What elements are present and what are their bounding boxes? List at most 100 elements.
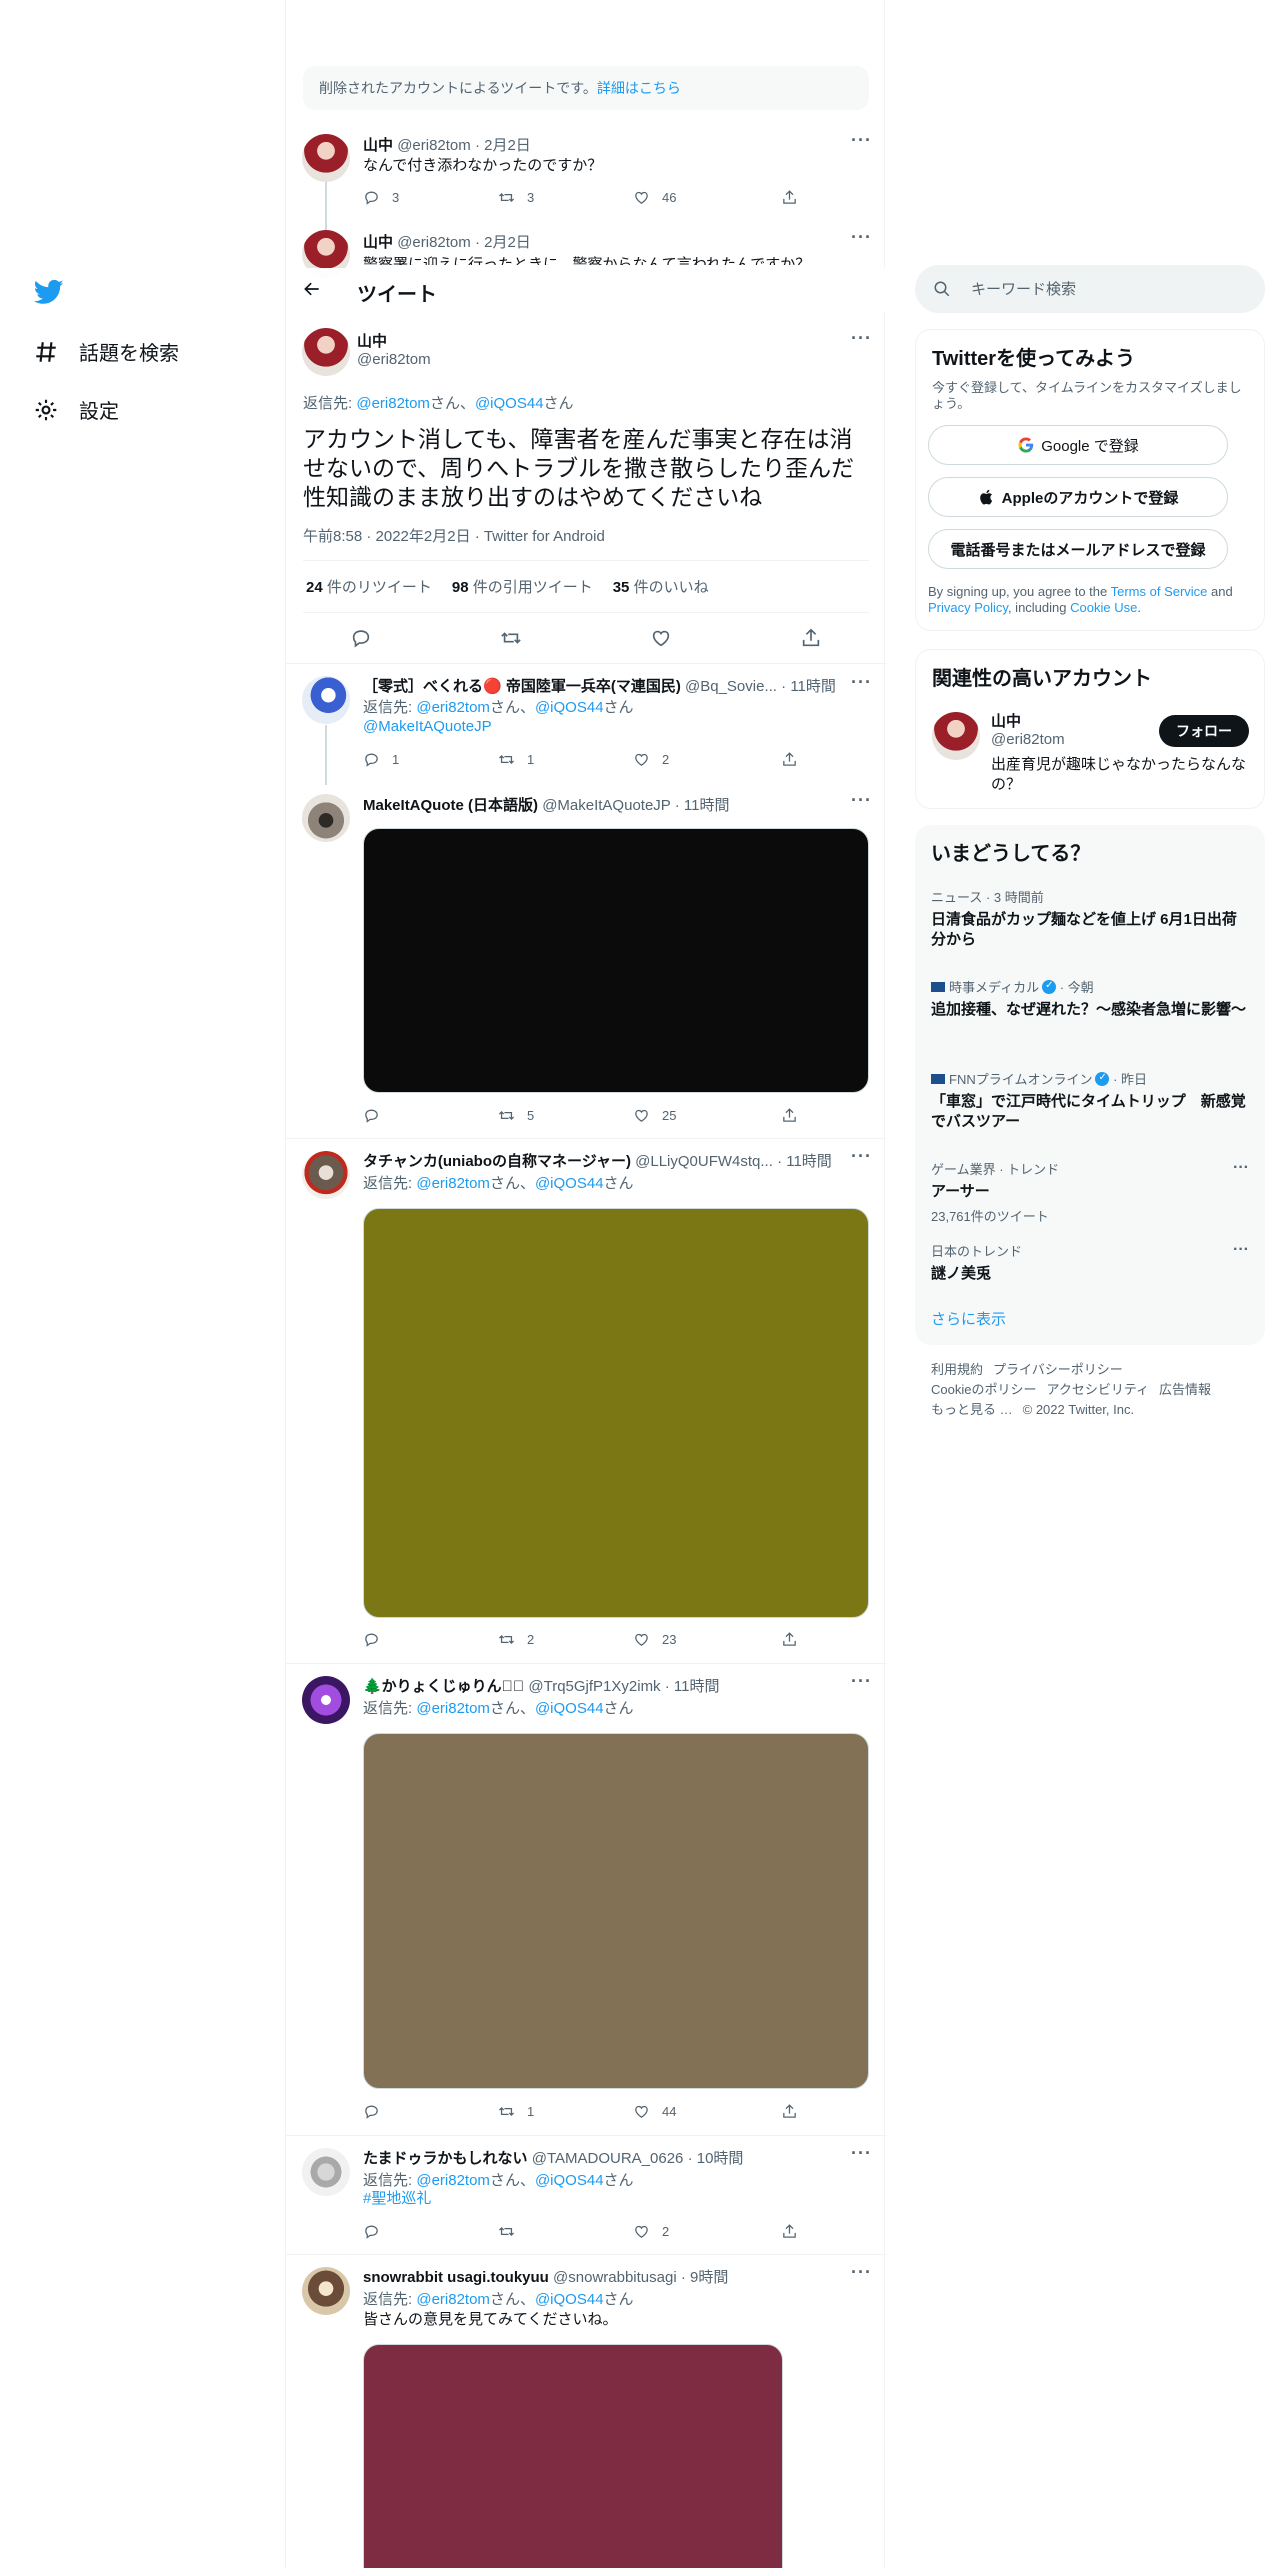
share-button[interactable] <box>781 1107 810 1124</box>
tweet-time[interactable]: 11時間 <box>790 678 836 695</box>
retweets-stat[interactable]: 24 件のリツイート <box>306 576 432 597</box>
avatar[interactable] <box>302 676 350 724</box>
back-arrow-icon[interactable] <box>302 279 322 299</box>
avatar[interactable] <box>302 794 350 842</box>
more-options-icon[interactable]: ··· <box>851 1146 872 1167</box>
nav-settings[interactable]: 設定 <box>33 395 119 424</box>
likes-stat[interactable]: 35 件のいいね <box>613 576 709 597</box>
reply-button[interactable] <box>363 1631 498 1648</box>
like-button[interactable]: 2 <box>633 751 781 768</box>
twitter-bird-icon[interactable] <box>33 277 65 307</box>
more-options-icon[interactable]: ··· <box>851 672 872 693</box>
terms-link[interactable]: Terms of Service <box>1111 584 1208 599</box>
share-button[interactable] <box>781 1631 810 1648</box>
retweet-icon[interactable] <box>500 627 522 649</box>
more-options-icon[interactable]: ··· <box>851 227 872 248</box>
reply-mention[interactable]: @iQOS44 <box>535 2291 604 2308</box>
user-handle[interactable]: @LLiyQ0UFW4stq... <box>635 1153 773 1170</box>
user-handle[interactable]: @Trq5GjfP1Xy2imk <box>528 1678 660 1695</box>
retweet-button[interactable]: 5 <box>498 1107 633 1124</box>
user-name[interactable]: 山中 <box>363 234 393 251</box>
like-button[interactable]: 25 <box>633 1107 781 1124</box>
user-handle[interactable]: @eri82tom <box>397 234 471 251</box>
more-options-icon[interactable]: ··· <box>1233 1241 1249 1259</box>
footer-link-more[interactable]: もっと見る … <box>931 1402 1013 1417</box>
more-options-icon[interactable]: ··· <box>851 328 872 349</box>
apple-signup-button[interactable]: Appleのアカウントで登録 <box>928 477 1228 517</box>
tweet-time[interactable]: 11時間 <box>684 797 730 814</box>
more-options-icon[interactable]: ··· <box>851 790 872 811</box>
google-signup-button[interactable]: Google で登録 <box>928 425 1228 465</box>
share-button[interactable] <box>781 189 810 206</box>
reply-mention[interactable]: @eri82tom <box>416 699 490 716</box>
tweet-time[interactable]: 11時間 <box>786 1153 832 1170</box>
search-input[interactable] <box>971 277 1241 301</box>
learn-more-link[interactable]: 詳細はこちら <box>597 80 681 96</box>
reply-mention[interactable]: @eri82tom <box>356 395 430 412</box>
tweet-text[interactable]: @MakeItAQuoteJP <box>363 717 492 737</box>
nav-explore[interactable]: 話題を検索 <box>33 337 179 366</box>
privacy-link[interactable]: Privacy Policy <box>928 600 1008 615</box>
quotes-stat[interactable]: 98 件の引用ツイート <box>452 576 593 597</box>
tweet-date[interactable]: 2月2日 <box>484 137 531 154</box>
trend-item[interactable]: ニュース · 3 時間前 日清食品がカップ麺などを値上げ 6月1日出荷分から <box>931 887 1249 950</box>
heart-icon[interactable] <box>650 627 672 649</box>
avatar[interactable] <box>302 1676 350 1724</box>
share-icon[interactable] <box>800 627 822 649</box>
reply-mention[interactable]: @iQOS44 <box>535 2172 604 2189</box>
more-options-icon[interactable]: ··· <box>851 130 872 151</box>
user-name[interactable]: 山中 <box>363 137 393 154</box>
like-button[interactable]: 2 <box>633 2223 781 2240</box>
follow-button[interactable]: フォロー <box>1159 715 1249 747</box>
trend-item[interactable]: FNNプライムオンライン · 昨日 「車窓」で江戸時代にタイムトリップ 新感覚で… <box>931 1069 1249 1132</box>
main-tweet-user-handle[interactable]: @eri82tom <box>357 351 431 368</box>
reply-mention[interactable]: @eri82tom <box>416 2291 490 2308</box>
reply-mention[interactable]: @iQOS44 <box>535 1175 604 1192</box>
like-button[interactable]: 46 <box>633 189 781 206</box>
user-name[interactable]: タチャンカ(uniaboの自称マネージャー) <box>363 1153 631 1170</box>
retweet-button[interactable]: 2 <box>498 1631 633 1648</box>
tweet-time[interactable]: 11時間 <box>674 1678 720 1695</box>
tweet-media[interactable] <box>363 1208 869 1618</box>
avatar[interactable] <box>302 2267 350 2315</box>
reply-mention[interactable]: @eri82tom <box>416 1175 490 1192</box>
tweet-time[interactable]: 10時間 <box>697 2150 744 2167</box>
avatar[interactable] <box>302 2148 350 2196</box>
reply-button[interactable] <box>363 1107 498 1124</box>
like-button[interactable]: 23 <box>633 1631 781 1648</box>
trend-item[interactable]: 時事メディカル · 今朝 追加接種、なぜ遅れた？～感染者急増に影響～ <box>931 977 1249 1020</box>
user-name[interactable]: ［零式］べくれる🔴 帝国陸軍一兵卒(マ連国民) <box>363 678 681 695</box>
user-name[interactable]: たまドゥラかもしれない <box>363 2150 528 2167</box>
tweet-media[interactable] <box>363 2344 783 2568</box>
share-button[interactable] <box>781 751 810 768</box>
cookie-link[interactable]: Cookie Use <box>1070 600 1137 615</box>
more-options-icon[interactable]: ··· <box>851 2143 872 2164</box>
reply-icon[interactable] <box>350 627 372 649</box>
phone-email-signup-button[interactable]: 電話番号またはメールアドレスで登録 <box>928 529 1228 569</box>
footer-link-privacy[interactable]: プライバシーポリシー <box>993 1362 1123 1377</box>
reply-button[interactable]: 1 <box>363 751 498 768</box>
more-options-icon[interactable]: ··· <box>851 2262 872 2283</box>
main-tweet-timestamp[interactable]: 午前8:58 · 2022年2月2日 · Twitter for Android <box>303 525 605 546</box>
user-name[interactable]: snowrabbit usagi.toukyuu <box>363 2269 549 2286</box>
more-options-icon[interactable]: ··· <box>851 1671 872 1692</box>
reply-mention[interactable]: @iQOS44 <box>535 699 604 716</box>
footer-link-cookie[interactable]: Cookieのポリシー <box>931 1382 1036 1397</box>
user-name[interactable]: MakeItAQuote (日本語版) <box>363 797 538 814</box>
search-box[interactable] <box>915 265 1265 313</box>
avatar[interactable] <box>932 712 980 760</box>
related-user-handle[interactable]: @eri82tom <box>991 731 1065 748</box>
user-handle[interactable]: @TAMADOURA_0626 <box>532 2150 684 2167</box>
user-handle[interactable]: @snowrabbitusagi <box>553 2269 677 2286</box>
retweet-button[interactable]: 3 <box>498 189 633 206</box>
user-handle[interactable]: @eri82tom <box>397 137 471 154</box>
share-button[interactable] <box>781 2103 810 2120</box>
tweet-date[interactable]: 2月2日 <box>484 234 531 251</box>
main-tweet-user-name[interactable]: 山中 <box>357 330 387 351</box>
avatar[interactable] <box>302 134 350 182</box>
reply-button[interactable] <box>363 2223 498 2240</box>
retweet-button[interactable] <box>498 2223 633 2240</box>
show-more-link[interactable]: さらに表示 <box>931 1308 1006 1329</box>
reply-mention[interactable]: @eri82tom <box>416 1700 490 1717</box>
reply-mention[interactable]: @eri82tom <box>416 2172 490 2189</box>
